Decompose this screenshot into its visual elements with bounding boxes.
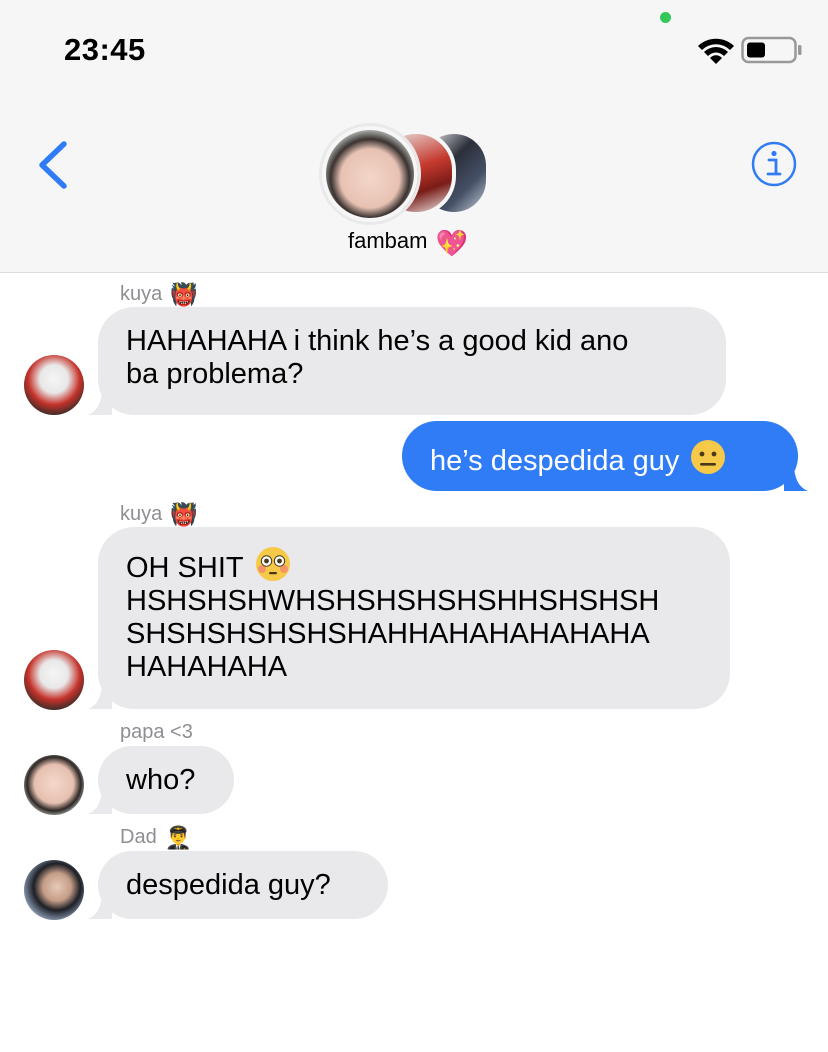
message-text: HAHAHAHA i think he’s a good kid ano	[126, 325, 629, 357]
message-bubble[interactable]: despedida guy?	[88, 851, 388, 919]
group-avatar-stack[interactable]	[318, 126, 498, 226]
message-text: OH SHIT	[126, 552, 244, 584]
battery-icon	[741, 36, 802, 64]
avatar-kuya[interactable]	[24, 355, 84, 415]
avatar-dad[interactable]	[24, 860, 84, 920]
ogre-icon: 👹	[170, 282, 198, 307]
flushed-face-emoji	[255, 547, 290, 581]
message-bubble-outgoing[interactable]: he’s despedida guy	[402, 421, 808, 491]
message-text: who?	[126, 764, 196, 796]
sparkling-heart-icon: 💖	[435, 228, 468, 258]
back-chevron-icon[interactable]	[30, 138, 74, 192]
sender-name: kuya 👹	[120, 282, 198, 307]
pilot-icon: 👨‍✈️	[164, 825, 193, 850]
message-text: HAHAHAHA	[126, 651, 288, 683]
message-text: despedida guy?	[126, 869, 331, 901]
group-member-avatar	[322, 126, 418, 222]
message-bubble[interactable]: OH SHIT HSHSHSHWHSHSHSHSHSHHSHSHSH SHSHS…	[88, 527, 730, 709]
message-text: he’s despedida guy	[430, 445, 680, 477]
message-text: SHSHSHSHSHSHAHHAHAHAHAHAHA	[126, 618, 650, 650]
bubble-tail	[88, 786, 112, 814]
neutral-face-emoji	[691, 440, 726, 474]
message-bubble[interactable]: who?	[88, 746, 234, 814]
bubble-tail	[88, 681, 112, 709]
bubble-tail	[88, 387, 112, 415]
wifi-icon	[698, 38, 734, 64]
camera-indicator-dot	[660, 12, 671, 23]
avatar-kuya[interactable]	[24, 650, 84, 710]
info-icon[interactable]	[750, 140, 798, 188]
sender-name: Dad 👨‍✈️	[120, 825, 193, 850]
group-name[interactable]: fambam 💖	[348, 228, 468, 259]
status-time: 23:45	[64, 32, 146, 67]
bubble-tail	[784, 463, 808, 491]
message-bubble[interactable]: HAHAHAHA i think he’s a good kid ano ba …	[88, 307, 726, 415]
ogre-icon: 👹	[170, 502, 198, 527]
sender-name: kuya 👹	[120, 502, 198, 527]
message-text: HSHSHSHWHSHSHSHSHSHHSHSHSH	[126, 585, 660, 617]
sender-name: papa <3	[120, 721, 193, 743]
group-name-text: fambam	[348, 228, 428, 253]
conversation-header: 23:45 fambam 💖	[0, 0, 828, 273]
message-text: ba problema?	[126, 358, 304, 390]
avatar-papa[interactable]	[24, 755, 84, 815]
bubble-tail	[88, 891, 112, 919]
